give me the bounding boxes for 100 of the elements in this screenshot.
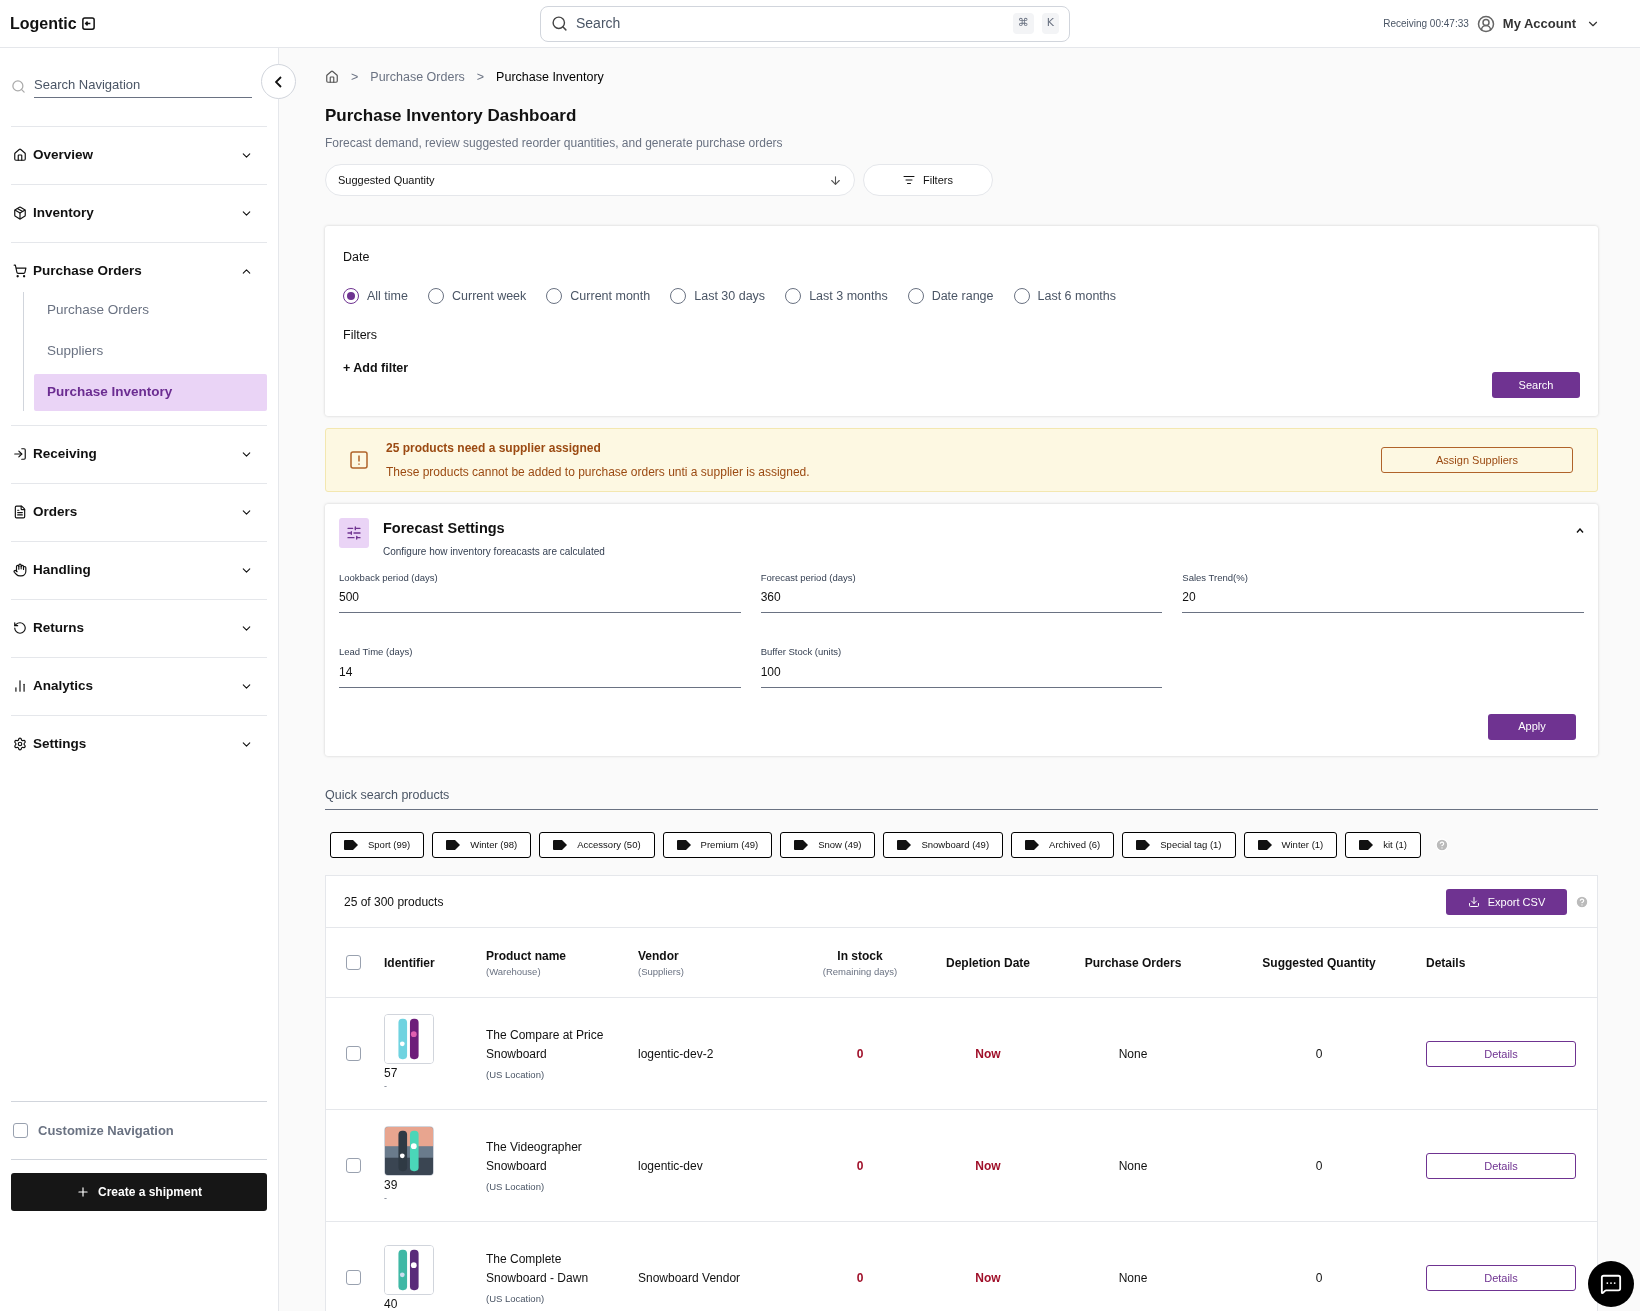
nav-item[interactable]: Analytics <box>11 657 267 715</box>
nav-subitem[interactable]: Purchase Inventory <box>34 373 267 411</box>
collapse-button[interactable] <box>261 64 296 99</box>
nav-item[interactable]: Orders <box>11 483 267 541</box>
product-name: The Videographer Snowboard <box>486 1138 583 1175</box>
details-button[interactable]: Details <box>1426 1040 1576 1067</box>
nav-item[interactable]: Settings <box>11 715 267 773</box>
column-header: Depletion Date <box>945 954 1031 972</box>
filter-icon <box>903 174 915 187</box>
tag-chip[interactable]: Archived (6) <box>1011 832 1115 859</box>
tag-chip[interactable]: Snowboard (49) <box>883 832 1004 859</box>
plus-icon <box>75 1185 90 1199</box>
location-text: (US Location) <box>486 1179 546 1194</box>
tag-chip[interactable]: kit (1) <box>1345 832 1421 859</box>
settings-icon <box>13 737 27 751</box>
number-field[interactable]: Lead Time (days) 14 <box>339 645 741 688</box>
logo[interactable]: Logentic <box>10 11 77 36</box>
number-field[interactable]: Lookback period (days) 500 <box>339 571 741 614</box>
nav-item[interactable]: Receiving <box>11 425 267 483</box>
column-header: Details <box>1426 954 1467 972</box>
sort-select[interactable]: Suggested Quantity <box>325 164 855 197</box>
filters-label: Filters <box>343 326 379 344</box>
nav-item[interactable]: Inventory <box>11 184 267 242</box>
tag-chip[interactable]: Snow (49) <box>780 832 876 859</box>
page-title: Purchase Inventory Dashboard <box>325 104 578 127</box>
enter-icon <box>13 447 27 461</box>
navigation-search-field[interactable]: Search Navigation <box>34 75 252 98</box>
tag-chip[interactable]: Premium (49) <box>662 832 773 859</box>
radio-option[interactable]: Current week <box>428 287 527 306</box>
product-count: 25 of 300 products <box>344 893 445 911</box>
date-label: Date <box>343 249 371 267</box>
page-subtitle: Forecast demand, review suggested reorder quantities, and generate purchase orders <box>325 135 784 153</box>
apply-button[interactable]: Apply <box>1488 713 1576 740</box>
sliders-icon <box>339 518 369 549</box>
row-checkbox[interactable] <box>346 1270 361 1286</box>
row-checkbox[interactable] <box>346 1046 361 1062</box>
checkbox[interactable] <box>13 1123 28 1138</box>
nav-item[interactable]: Returns <box>11 599 267 657</box>
suggested-quantity-cell-text: 0 <box>1314 1269 1324 1287</box>
export-csv-button[interactable]: Export CSV <box>1446 888 1567 915</box>
tag-icon <box>897 840 912 851</box>
chat-button[interactable] <box>1588 1261 1634 1307</box>
suggested-quantity-cell-text: 0 <box>1314 1157 1324 1175</box>
nav-item[interactable]: Overview <box>11 126 267 184</box>
account-menu[interactable]: My Account <box>1502 13 1600 34</box>
tag-icon <box>1257 840 1272 851</box>
tag-chip[interactable]: Sport (99) <box>330 832 425 859</box>
radio-option[interactable]: Last 30 days <box>670 287 766 306</box>
column-header: In stock (Remaining days) <box>821 947 899 979</box>
home-icon <box>13 148 27 162</box>
number-field[interactable]: Forecast period (days) 360 <box>760 571 1163 614</box>
tag-icon <box>446 840 461 851</box>
tag-chip[interactable]: Winter (98) <box>432 832 532 859</box>
radio-option[interactable]: Date range <box>907 287 994 306</box>
radio-option[interactable]: All time <box>343 287 408 306</box>
tag-chip[interactable]: Winter (1) <box>1243 832 1338 859</box>
collapse-toggle[interactable] <box>1576 528 1584 534</box>
tag-chip[interactable]: Special tag (1) <box>1122 832 1236 859</box>
breadcrumb-separator: > <box>476 69 485 86</box>
vendor-cell-text: logentic-dev <box>638 1157 704 1175</box>
radio-option[interactable]: Current month <box>546 287 651 306</box>
depletion-date-cell-text: Now <box>974 1157 1002 1175</box>
in-stock-cell-text: 0 <box>855 1157 865 1175</box>
select-all-checkbox[interactable] <box>346 955 361 971</box>
details-button[interactable]: Details <box>1426 1264 1576 1291</box>
tag-icon <box>1136 840 1151 851</box>
search-field[interactable]: Search ⌘ K <box>540 5 1070 42</box>
vendor-cell-text: Snowboard Vendor <box>638 1269 742 1287</box>
arrow-down-icon <box>829 173 842 187</box>
add-filter-button[interactable]: + Add filter <box>343 358 409 378</box>
identifier-cell-text: 57 <box>384 1066 399 1080</box>
filters-button[interactable]: Filters <box>863 164 993 197</box>
create-shipment-button[interactable]: Create a shipment <box>11 1173 267 1211</box>
in-stock-cell-text: 0 <box>855 1269 865 1287</box>
column-header: Identifier <box>384 954 436 972</box>
details-button[interactable]: Details <box>1426 1152 1576 1179</box>
nav-subitem[interactable]: Suppliers <box>34 332 267 370</box>
depletion-date-cell-text: Now <box>974 1269 1002 1287</box>
assign-suppliers-button[interactable]: Assign Suppliers <box>1381 447 1573 474</box>
number-field[interactable]: Buffer Stock (units) 100 <box>760 645 1163 688</box>
home-icon[interactable] <box>325 70 339 85</box>
radio-option[interactable]: Last 3 months <box>785 287 888 306</box>
shortcut-key: ⌘ <box>1012 13 1034 34</box>
shortcut-key: K <box>1041 13 1059 34</box>
search-button[interactable]: Search <box>1492 372 1580 399</box>
cart-icon <box>13 264 27 278</box>
number-field[interactable]: Sales Trend(%) 20 <box>1182 571 1584 614</box>
quick-search-field[interactable]: Quick search products <box>325 785 1598 811</box>
vendor-cell-text: logentic-dev-2 <box>638 1045 715 1063</box>
tag-icon <box>794 840 809 851</box>
identifier-cell-text: 40 <box>384 1296 399 1311</box>
column-header: Suggested Quantity <box>1261 954 1377 972</box>
tag-chip[interactable]: Accessory (50) <box>539 832 655 859</box>
receiving-timer: Receiving 00:47:33 <box>1383 17 1469 31</box>
tag-icon <box>553 840 568 851</box>
row-checkbox[interactable] <box>346 1158 361 1174</box>
nav-item[interactable]: Handling <box>11 541 267 599</box>
radio-option[interactable]: Last 6 months <box>1013 287 1116 306</box>
breadcrumb-item[interactable]: Purchase Orders <box>370 68 465 87</box>
breadcrumb-item: Purchase Inventory <box>496 69 604 86</box>
